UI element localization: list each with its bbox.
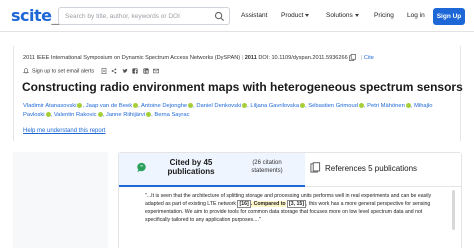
orcid-icon[interactable] (77, 102, 83, 108)
svg-text:": " (140, 165, 143, 171)
orcid-icon[interactable] (133, 102, 139, 108)
chevron-down-icon (305, 13, 310, 17)
top-navigation-bar: scite_ Assistant Product Solutions Prici… (0, 0, 474, 32)
snippet-highlight: . Compared to (250, 201, 286, 207)
orcid-icon[interactable] (188, 102, 194, 108)
orcid-icon[interactable] (146, 111, 152, 117)
search-box[interactable] (58, 7, 230, 25)
pdf-icon[interactable] (101, 68, 107, 74)
orcid-icon[interactable] (405, 102, 411, 108)
author-link[interactable]: Liljana Gavrilovska (250, 103, 299, 109)
references-icon (310, 162, 321, 173)
nav-assistant[interactable]: Assistant (241, 12, 267, 19)
paper-year: 2011 (244, 54, 257, 61)
citation-ref[interactable]: [3, 15] (287, 200, 307, 208)
email-icon[interactable] (153, 68, 159, 74)
author-link[interactable]: Jaap van de Beek (86, 103, 132, 109)
author-link[interactable]: Antoine Dejonghe (141, 103, 187, 109)
scrollbar[interactable] (452, 190, 455, 230)
orcid-icon[interactable] (45, 111, 51, 117)
twitter-icon[interactable] (122, 68, 128, 74)
author-link[interactable]: Valentin Rakovic (54, 112, 97, 118)
cited-by-label: Cited by 45 publications (167, 158, 215, 176)
author-link[interactable]: Janne Riihijärvi (106, 112, 145, 118)
paper-venue: 2011 IEEE International Symposium on Dyn… (23, 54, 241, 61)
linkedin-icon[interactable] (142, 68, 149, 74)
orcid-icon[interactable] (358, 102, 364, 108)
author-link[interactable]: Berna Sayrac (154, 112, 189, 118)
citation-snippet: "...It is seen that the architecture of … (145, 192, 445, 224)
logo-text: scite (11, 6, 52, 25)
author-link[interactable]: Vladimir Atanasovski (23, 103, 76, 109)
tab-references[interactable]: References 5 publications (305, 153, 461, 187)
help-understand-report-link[interactable]: Help me understand this report (23, 128, 105, 134)
references-label: References 5 publications (325, 164, 418, 173)
speech-bubble-icon: " (137, 162, 146, 173)
search-icon[interactable] (214, 11, 225, 22)
email-alerts-link[interactable]: Sign up to set email alerts (32, 68, 94, 74)
search-input[interactable] (65, 10, 205, 22)
nav-solutions[interactable]: Solutions (326, 12, 359, 19)
bell-icon[interactable] (23, 68, 29, 74)
orcid-icon[interactable] (300, 102, 306, 108)
nav-pricing[interactable]: Pricing (374, 12, 394, 19)
orcid-icon[interactable] (97, 111, 103, 117)
author-link[interactable]: Pavloski (23, 112, 45, 118)
nav-solutions-label: Solutions (326, 12, 353, 19)
nav-login[interactable]: Log in (407, 12, 425, 19)
author-link[interactable]: Daniel Denkovski (196, 103, 241, 109)
orcid-icon[interactable] (242, 102, 248, 108)
author-link[interactable]: Petri Mähönen (367, 103, 405, 109)
scite-logo[interactable]: scite_ (11, 6, 59, 25)
author-list: Vladimir Atanasovski, Jaap van de Beek, … (23, 102, 453, 120)
chevron-down-icon (354, 13, 359, 17)
sign-up-button[interactable]: Sign Up (433, 8, 465, 25)
author-link[interactable]: Mihajlo (414, 103, 432, 109)
paper-doi[interactable]: DOI: 10.1109/dyspan.2011.5936266 (258, 55, 347, 61)
citation-ref[interactable]: [16] (237, 200, 251, 208)
tab-cited-by[interactable]: " Cited by 45 publications (26 citation … (119, 153, 305, 187)
paper-metadata: 2011 IEEE International Symposium on Dyn… (23, 54, 463, 61)
citation-statements-count: (26 citation statements) (251, 160, 283, 174)
cite-button[interactable]: Cite (364, 55, 374, 61)
author-line-2: Pavloski, Valentin Rakovic, Janne Riihij… (23, 111, 190, 118)
nav-product[interactable]: Product (281, 12, 310, 19)
nav-product-label: Product (281, 12, 304, 19)
author-link[interactable]: Sébastien Grimoud (308, 103, 358, 109)
paper-title: Constructing radio environment maps with… (22, 80, 463, 94)
divider: | (241, 54, 244, 61)
divider: | (360, 54, 363, 61)
copy-icon[interactable] (349, 54, 357, 61)
sidebar-panel (13, 152, 108, 248)
author-line-1: Vladimir Atanasovski, Jaap van de Beek, … (23, 102, 433, 109)
paper-actions: Sign up to set email alerts (23, 68, 162, 77)
facebook-icon[interactable] (132, 68, 138, 74)
share-icon[interactable] (111, 68, 117, 74)
